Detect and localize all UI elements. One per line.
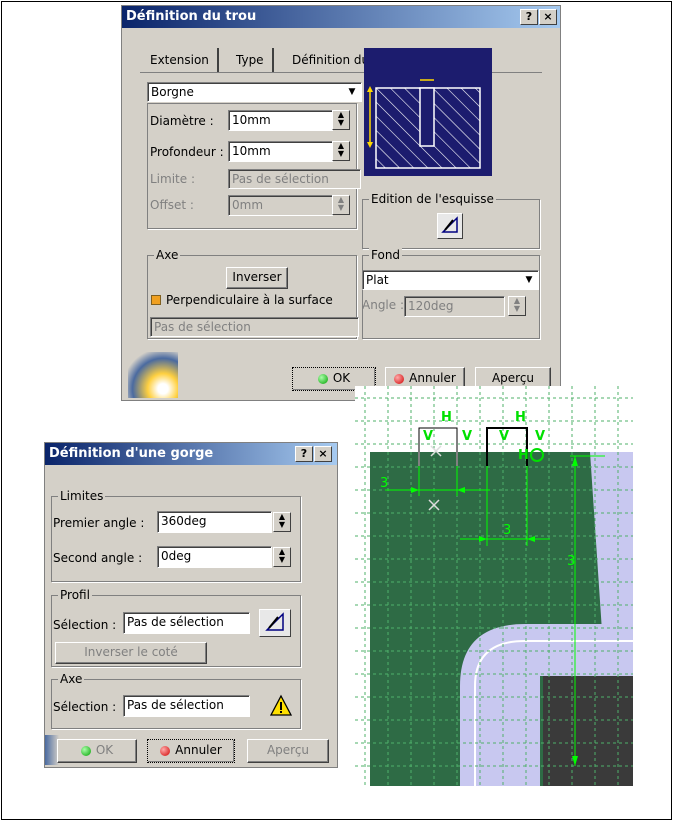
cancel-red-icon [160,745,171,756]
close-button[interactable]: × [314,446,332,462]
profile-selection-field[interactable]: Pas de sélection [123,612,250,634]
extension-type-select[interactable]: Borgne ▼ [147,82,362,102]
axis-selection-field[interactable]: Pas de sélection [150,317,359,337]
limit-field: Pas de sélection [228,169,361,189]
limits-group: Limites [51,489,301,582]
invert-button[interactable]: Inverser [226,267,288,289]
cancel-button[interactable]: Annuler [147,739,235,763]
offset-spinner: ▲ ▼ [332,195,350,215]
ok-green-icon [317,373,328,384]
bottom-group-label: Fond [369,248,403,262]
constraint-h-right[interactable]: H [515,410,526,425]
ok-button-label: OK [332,371,351,385]
tangency-icon [530,448,544,462]
dialog-title: Définition du trou [126,9,257,24]
depth-spinner[interactable]: ▲ ▼ [332,141,350,161]
axis-selection-label: Sélection : [53,700,117,714]
constraint-h-left[interactable]: H [441,410,452,425]
cancel-red-icon [394,373,405,384]
groove-definition-dialog: Définition d'une gorge ? × Limites Premi… [44,442,338,768]
extension-type-value: Borgne [151,85,194,99]
dimension-right[interactable]: 3 [567,554,575,569]
offset-field: 0mm [228,195,333,216]
constraint-v-mid[interactable]: V [462,429,472,444]
bottom-type-select[interactable]: Plat ▼ [362,270,539,290]
diameter-spinner[interactable]: ▲ ▼ [332,110,350,130]
dimension-left[interactable]: 3 [380,476,388,491]
depth-label: Profondeur : [150,145,224,159]
ok-button-label: OK [95,743,114,757]
cancel-button-label: Annuler [409,371,456,385]
first-angle-field[interactable]: 360deg [157,511,272,533]
hole-definition-dialog: Définition du trou ? × Extension Type Dé… [121,5,561,401]
diameter-field[interactable]: 10mm [228,110,333,131]
edit-sketch-icon[interactable] [437,213,463,239]
constraint-v-right-1[interactable]: V [499,429,509,444]
perpendicular-label: Perpendiculaire à la surface [166,293,333,307]
cancel-button-label: Annuler [175,743,222,757]
second-angle-field[interactable]: 0deg [157,546,272,568]
part-dark-face [543,676,633,786]
dialog-title-bar: Définition du trou ? × [122,6,560,28]
offset-label: Offset : [150,198,194,212]
angle-field: 120deg [404,296,505,317]
first-angle-spinner[interactable]: ▲ ▼ [273,512,291,532]
axis-selection-field[interactable]: Pas de sélection [123,695,250,717]
ok-button: OK [57,739,137,763]
limits-group-label: Limites [58,489,106,503]
angle-label: Angle : [362,298,405,312]
reverse-side-label: Inverser le coté [84,645,178,659]
constraint-v-left[interactable]: V [423,429,433,444]
limit-label: Limite : [150,172,195,186]
dimension-mid[interactable]: 3 [503,523,511,538]
chevron-down-icon[interactable]: ▼ [522,273,536,287]
sketch-edit-group-label: Edition de l'esquisse [369,192,496,206]
dialog-title: Définition d'une gorge [49,446,214,461]
angle-spinner: ▲ ▼ [508,296,526,316]
chevron-down-icon[interactable]: ▼ [345,85,359,99]
help-button[interactable]: ? [295,446,313,462]
hole-section-drawing [367,79,481,169]
constraint-v-right-2[interactable]: V [535,429,545,444]
reverse-side-button: Inverser le coté [55,642,207,664]
tab-type[interactable]: Type [228,48,274,72]
edit-sketch-icon[interactable] [259,609,291,637]
perpendicular-checkbox[interactable] [151,295,161,305]
preview-button: Aperçu [247,739,329,763]
dialog-title-bar: Définition d'une gorge ? × [45,443,337,465]
preview-button-label: Aperçu [266,743,310,757]
axis-group-label: Axe [58,672,85,686]
axis-group-label: Axe [154,248,181,262]
profile-group-label: Profil [58,588,92,602]
hole-preview-image [364,48,492,176]
bottom-type-value: Plat [366,273,389,287]
depth-field[interactable]: 10mm [228,141,333,162]
warning-icon [269,694,293,718]
catia-logo-decoration [128,352,178,398]
tab-extension[interactable]: Extension [142,48,219,72]
first-angle-label: Premier angle : [53,516,145,530]
sketch-viewport[interactable]: H V V H V V H 3 3 3 [355,386,633,786]
diameter-label: Diamètre : [150,114,214,128]
constraint-hc-right[interactable]: H [518,448,529,463]
close-button[interactable]: × [539,9,557,25]
ok-green-icon [80,745,91,756]
profile-selection-label: Sélection : [53,618,117,632]
sketch-canvas [355,386,633,786]
second-angle-label: Second angle : [53,551,143,565]
help-button[interactable]: ? [520,9,538,25]
second-angle-spinner[interactable]: ▲ ▼ [273,547,291,567]
